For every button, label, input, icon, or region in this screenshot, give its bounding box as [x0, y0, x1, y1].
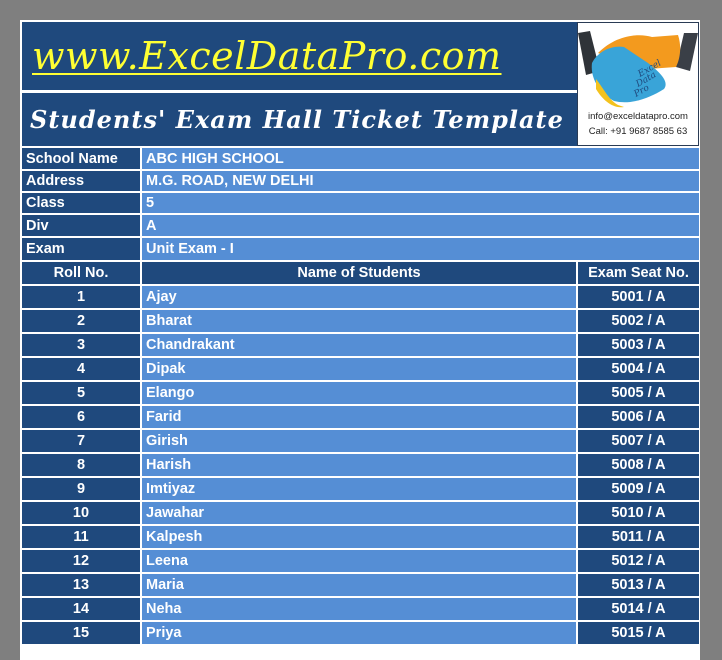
roll-no-cell[interactable]: 10: [22, 502, 140, 524]
roll-no-cell[interactable]: 11: [22, 526, 140, 548]
student-name-cell[interactable]: Elango: [142, 382, 576, 404]
seat-no-cell[interactable]: 5014 / A: [578, 598, 699, 620]
seat-no-cell[interactable]: 5006 / A: [578, 406, 699, 428]
info-value[interactable]: 5: [142, 193, 699, 213]
student-name-cell[interactable]: Bharat: [142, 310, 576, 332]
seat-no-cell[interactable]: 5004 / A: [578, 358, 699, 380]
info-label: Exam: [22, 238, 140, 260]
seat-no-cell[interactable]: 5005 / A: [578, 382, 699, 404]
seat-no-cell[interactable]: 5002 / A: [578, 310, 699, 332]
student-name-cell[interactable]: Leena: [142, 550, 576, 572]
seat-no-cell[interactable]: 5007 / A: [578, 430, 699, 452]
seat-no-cell[interactable]: 5008 / A: [578, 454, 699, 476]
seat-no-cell[interactable]: 5001 / A: [578, 286, 699, 308]
roll-no-cell[interactable]: 15: [22, 622, 140, 644]
roll-no-cell[interactable]: 9: [22, 478, 140, 500]
roll-no-cell[interactable]: 1: [22, 286, 140, 308]
seat-no-cell[interactable]: 5011 / A: [578, 526, 699, 548]
contact-phone: Call: +91 9687 8585 63: [588, 126, 688, 137]
info-value[interactable]: Unit Exam - I: [142, 238, 699, 260]
header-roll-no[interactable]: Roll No.: [22, 262, 140, 284]
info-value[interactable]: A: [142, 215, 699, 236]
logo-box: Excel Data Pro info@exceldatapro.com Cal…: [577, 22, 699, 146]
info-value[interactable]: ABC HIGH SCHOOL: [142, 148, 699, 169]
student-name-cell[interactable]: Jawahar: [142, 502, 576, 524]
student-name-cell[interactable]: Harish: [142, 454, 576, 476]
roll-no-cell[interactable]: 3: [22, 334, 140, 356]
student-name-cell[interactable]: Girish: [142, 430, 576, 452]
roll-no-cell[interactable]: 8: [22, 454, 140, 476]
student-name-cell[interactable]: Dipak: [142, 358, 576, 380]
header-seat-no[interactable]: Exam Seat No.: [578, 262, 699, 284]
hall-ticket-sheet: www.ExcelDataPro.com Students' Exam Hall…: [20, 20, 700, 660]
roll-no-cell[interactable]: 2: [22, 310, 140, 332]
seat-no-cell[interactable]: 5012 / A: [578, 550, 699, 572]
handshake-logo-icon: Excel Data Pro: [578, 31, 698, 108]
seat-no-cell[interactable]: 5003 / A: [578, 334, 699, 356]
student-name-cell[interactable]: Chandrakant: [142, 334, 576, 356]
student-name-cell[interactable]: Ajay: [142, 286, 576, 308]
contact-email[interactable]: info@exceldatapro.com: [578, 111, 698, 122]
seat-no-cell[interactable]: 5009 / A: [578, 478, 699, 500]
student-name-cell[interactable]: Neha: [142, 598, 576, 620]
header-student-name[interactable]: Name of Students: [142, 262, 576, 284]
student-name-cell[interactable]: Imtiyaz: [142, 478, 576, 500]
student-name-cell[interactable]: Kalpesh: [142, 526, 576, 548]
info-label: Div: [22, 215, 140, 236]
roll-no-cell[interactable]: 5: [22, 382, 140, 404]
student-name-cell[interactable]: Farid: [142, 406, 576, 428]
roll-no-cell[interactable]: 4: [22, 358, 140, 380]
seat-no-cell[interactable]: 5010 / A: [578, 502, 699, 524]
document-title[interactable]: Students' Exam Hall Ticket Template: [22, 93, 577, 146]
info-label: Address: [22, 171, 140, 191]
seat-no-cell[interactable]: 5015 / A: [578, 622, 699, 644]
info-label: Class: [22, 193, 140, 213]
site-title[interactable]: www.ExcelDataPro.com: [22, 22, 577, 90]
info-label: School Name: [22, 148, 140, 169]
student-name-cell[interactable]: Maria: [142, 574, 576, 596]
roll-no-cell[interactable]: 6: [22, 406, 140, 428]
seat-no-cell[interactable]: 5013 / A: [578, 574, 699, 596]
roll-no-cell[interactable]: 13: [22, 574, 140, 596]
student-name-cell[interactable]: Priya: [142, 622, 576, 644]
roll-no-cell[interactable]: 14: [22, 598, 140, 620]
roll-no-cell[interactable]: 12: [22, 550, 140, 572]
info-value[interactable]: M.G. ROAD, NEW DELHI: [142, 171, 699, 191]
roll-no-cell[interactable]: 7: [22, 430, 140, 452]
